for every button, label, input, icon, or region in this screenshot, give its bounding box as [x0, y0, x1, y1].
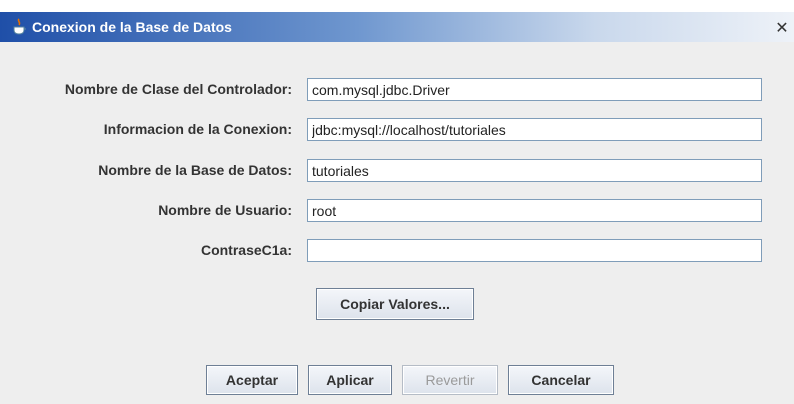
form-row-connection-url: Informacion de la Conexion:: [0, 118, 794, 142]
username-input[interactable]: [307, 199, 762, 222]
java-cup-icon: [10, 18, 28, 36]
accept-button[interactable]: Aceptar: [206, 365, 298, 395]
form-row-password: ContraseC1a:: [0, 239, 794, 263]
form-row-database-name: Nombre de la Base de Datos:: [0, 159, 794, 183]
username-label: Nombre de Usuario:: [158, 202, 292, 218]
driver-class-label: Nombre de Clase del Controlador:: [64, 81, 292, 97]
apply-button[interactable]: Aplicar: [308, 365, 392, 395]
copy-values-button[interactable]: Copiar Valores...: [316, 288, 474, 320]
connection-url-label: Informacion de la Conexion:: [103, 121, 292, 137]
revert-button[interactable]: Revertir: [402, 365, 498, 395]
driver-class-input[interactable]: [307, 78, 762, 101]
connection-dialog: Conexion de la Base de Datos ✕ Nombre de…: [0, 0, 794, 404]
database-name-label: Nombre de la Base de Datos:: [98, 162, 292, 178]
title-bar[interactable]: Conexion de la Base de Datos ✕: [0, 12, 794, 42]
database-name-input[interactable]: [307, 159, 762, 182]
form-row-driver-class: Nombre de Clase del Controlador:: [0, 78, 794, 102]
form-row-username: Nombre de Usuario:: [0, 199, 794, 223]
cancel-button[interactable]: Cancelar: [508, 365, 614, 395]
top-margin: [0, 0, 794, 12]
close-icon[interactable]: ✕: [772, 18, 792, 37]
password-input[interactable]: [307, 239, 762, 262]
connection-url-input[interactable]: [307, 118, 762, 141]
password-label: ContraseC1a:: [200, 242, 292, 258]
window-title: Conexion de la Base de Datos: [32, 19, 232, 35]
